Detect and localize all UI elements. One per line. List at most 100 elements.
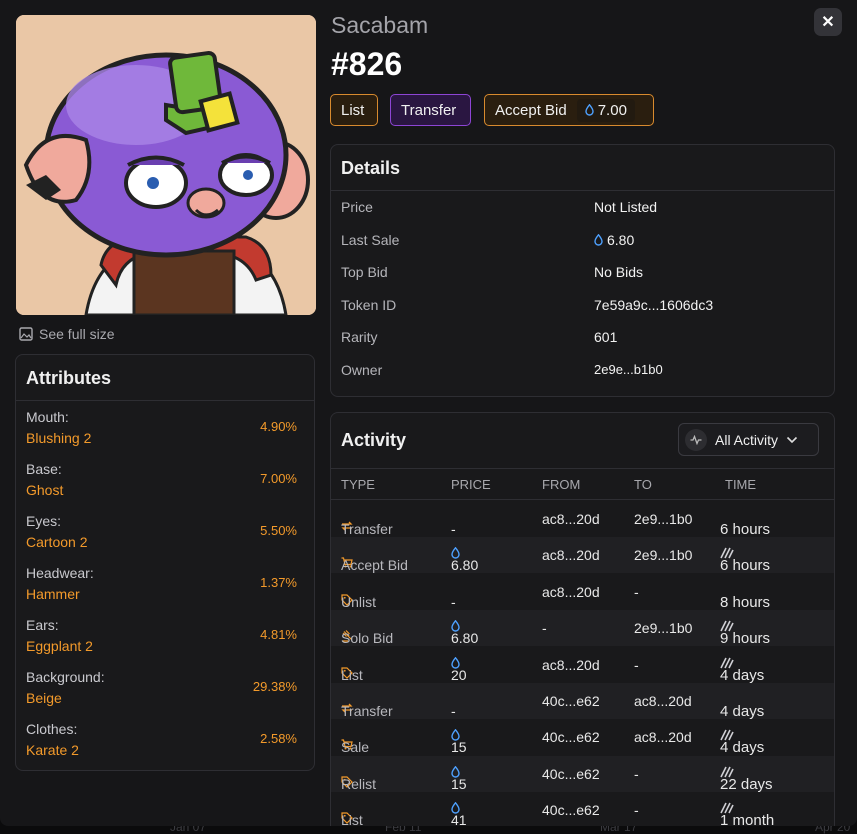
activity-price-value: 6.80 [451, 630, 479, 647]
activity-row[interactable]: Relist 15 40c...e62 - 22 days [331, 755, 834, 793]
activity-row[interactable]: List 20 ac8...20d - 4 days [331, 647, 834, 684]
sui-icon [585, 104, 594, 116]
activity-to[interactable]: 2e9...1b0 [634, 620, 692, 636]
activity-from[interactable]: 40c...e62 [542, 766, 600, 782]
activity-price: 41 [451, 802, 467, 826]
list-button[interactable]: List [330, 94, 378, 126]
detail-label: Rarity [341, 329, 378, 345]
activity-from[interactable]: ac8...20d [542, 584, 600, 600]
attribute-percent: 4.90% [260, 419, 297, 434]
attribute-percent: 1.37% [260, 575, 297, 590]
activity-to[interactable]: 2e9...1b0 [634, 547, 692, 563]
activity-to: - [634, 802, 639, 819]
activity-price-value: 15 [451, 739, 467, 756]
activity-from[interactable]: 40c...e62 [542, 693, 600, 709]
activity-filter-dropdown[interactable]: All Activity [678, 423, 819, 456]
attribute-percent: 5.50% [260, 523, 297, 538]
attributes-title: Attributes [26, 368, 111, 388]
attribute-percent: 7.00% [260, 471, 297, 486]
activity-time-value: 6 hours [720, 557, 771, 575]
see-full-size-link[interactable]: See full size [19, 326, 114, 342]
column-header: TIME [725, 477, 757, 492]
close-button[interactable]: ✕ [814, 8, 842, 36]
activity-price-value: 6.80 [451, 557, 479, 574]
activity-price: 15 [451, 765, 467, 792]
attribute-row[interactable]: Background: Beige 29.38% [16, 661, 314, 713]
activity-to[interactable]: ac8...20d [634, 729, 692, 745]
token-title: #826 [331, 46, 403, 82]
attribute-row[interactable]: Headwear: Hammer 1.37% [16, 557, 314, 609]
activity-type-label: List [341, 666, 363, 683]
accept-bid-label: Accept Bid [495, 101, 567, 119]
activity-type-label: Transfer [341, 521, 393, 537]
accept-bid-button[interactable]: Accept Bid 7.00 [484, 94, 654, 126]
attribute-row[interactable]: Mouth: Blushing 2 4.90% [16, 401, 314, 453]
details-title: Details [341, 158, 401, 178]
activity-price: 6.80 [451, 620, 478, 646]
activity-pulse-icon [685, 428, 707, 451]
activity-row[interactable]: Sale 15 40c...e62 ac8...20d 4 days [331, 719, 834, 756]
activity-row[interactable]: Accept Bid 6.80 ac8...20d 2e9...1b0 6 hours [331, 537, 834, 574]
activity-to[interactable]: 2e9...1b0 [634, 511, 692, 527]
activity-type-label: Transfer [341, 703, 393, 719]
activity-price: 15 [451, 729, 467, 755]
activity-time-value: 4 days [720, 666, 765, 684]
activity-row[interactable]: List 41 40c...e62 - 1 month [331, 792, 834, 826]
detail-label: Price [341, 199, 373, 215]
attributes-panel: Attributes Mouth: Blushing 2 4.90% Base: Gh… [15, 354, 315, 771]
collection-name[interactable]: Sacabam [331, 12, 428, 39]
detail-value[interactable]: 2e9e...b1b0 [594, 362, 663, 377]
activity-time-value: 8 hours [720, 593, 771, 611]
accept-bid-amount: 7.00 [576, 98, 635, 122]
activity-price-value: 20 [451, 666, 467, 683]
activity-type-label: Solo Bid [341, 630, 394, 647]
detail-label: Owner [341, 362, 383, 378]
activity-time-value: 22 days [720, 775, 773, 793]
activity-time[interactable]: 4 days [720, 657, 830, 684]
activity-to: - [634, 656, 639, 673]
activity-from[interactable]: ac8...20d [542, 547, 600, 563]
activity-time[interactable]: 4 days [720, 729, 830, 756]
activity-to[interactable]: ac8...20d [634, 693, 692, 709]
activity-from[interactable]: ac8...20d [542, 511, 600, 527]
activity-filter-label: All Activity [715, 431, 779, 448]
activity-from[interactable]: 40c...e62 [542, 802, 600, 818]
activity-type-label: Unlist [341, 593, 377, 610]
nft-image[interactable] [16, 15, 316, 315]
activity-time[interactable]: 6 hours [720, 547, 830, 574]
activity-type-label: Relist [341, 775, 377, 792]
activity-panel: Activity All Activity TYPE PRICE FROM TO… [330, 412, 835, 826]
activity-time-value: 4 days [720, 739, 765, 757]
activity-from[interactable]: ac8...20d [542, 657, 600, 673]
column-header: PRICE [451, 477, 491, 492]
activity-price-value: 15 [451, 775, 467, 792]
attribute-row[interactable]: Eyes: Cartoon 2 5.50% [16, 505, 314, 557]
detail-label: Token ID [341, 297, 397, 313]
attribute-percent: 29.38% [252, 679, 297, 694]
activity-row[interactable]: Unlist - ac8...20d - 8 hours [331, 574, 834, 611]
activity-time[interactable]: 9 hours [720, 620, 830, 647]
details-panel: Details Price Not Listed Last Sale 6.80 To… [330, 144, 835, 397]
activity-time-value: 9 hours [720, 630, 771, 648]
detail-value: No Bids [594, 264, 644, 280]
activity-price-value: - [451, 593, 456, 610]
activity-row[interactable]: Solo Bid 6.80 - 2e9...1b0 9 hours [331, 610, 834, 647]
attribute-row[interactable]: Clothes: Karate 2 2.58% [16, 713, 314, 765]
column-header: TO [634, 477, 652, 492]
activity-type-label: Sale [341, 739, 370, 756]
activity-row[interactable]: Transfer - 40c...e62 ac8...20d 4 days [331, 683, 834, 720]
column-header: FROM [542, 477, 581, 492]
activity-time[interactable]: 1 month [720, 802, 830, 826]
attribute-row[interactable]: Ears: Eggplant 2 4.81% [16, 609, 314, 661]
see-full-size-label: See full size [39, 326, 115, 342]
activity-table-header: TYPE PRICE FROM TO TIME [331, 470, 834, 500]
activity-time[interactable]: 22 days [720, 766, 830, 793]
activity-price: 6.80 [451, 547, 478, 573]
detail-value[interactable]: 7e59a9c...1606dc3 [594, 297, 713, 313]
detail-value: 6.80 [594, 232, 634, 248]
activity-row[interactable]: Transfer - ac8...20d 2e9...1b0 6 hours [331, 501, 834, 538]
transfer-button[interactable]: Transfer [390, 94, 471, 126]
detail-label: Last Sale [341, 232, 400, 248]
attribute-row[interactable]: Base: Ghost 7.00% [16, 453, 314, 505]
activity-from[interactable]: 40c...e62 [542, 729, 600, 745]
